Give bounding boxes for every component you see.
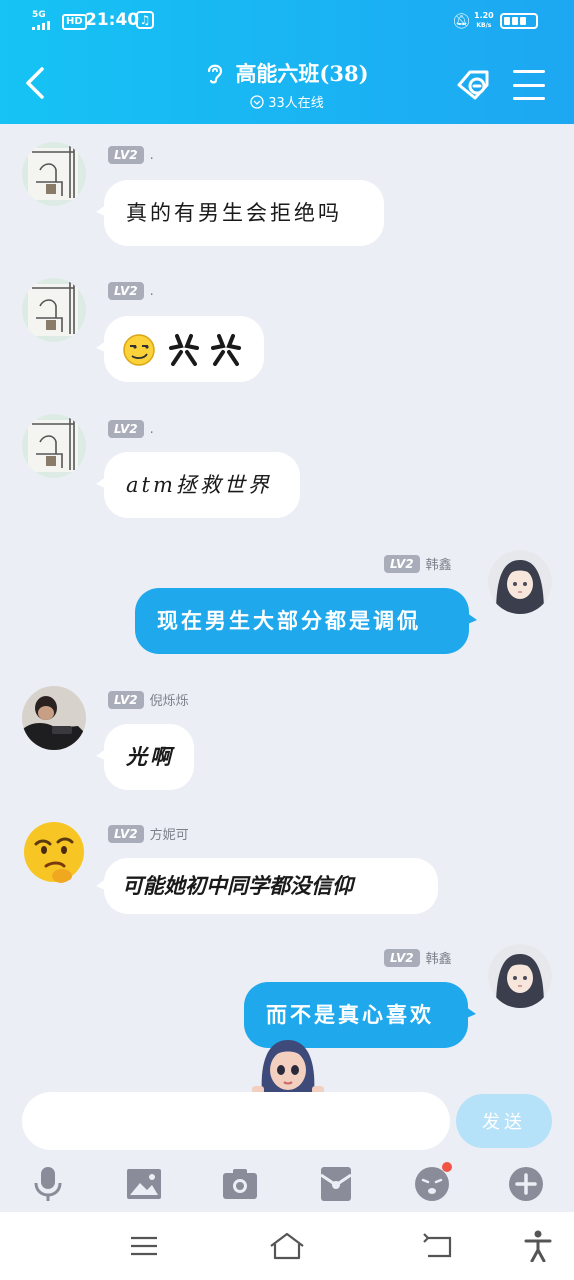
level-badge: LV2 [384, 554, 420, 573]
nav-back-button[interactable] [420, 1230, 456, 1262]
camera-icon [223, 1169, 257, 1199]
message-bubble[interactable]: 光啊 [96, 724, 194, 790]
notification-dot [442, 1162, 452, 1172]
battery-icon [500, 13, 538, 29]
sender-name: 韩鑫 [425, 558, 452, 573]
sender-name: . [149, 421, 154, 437]
send-button[interactable]: 发送 [456, 1094, 552, 1148]
avatar[interactable] [488, 944, 552, 1008]
level-badge: LV2 [108, 146, 144, 164]
music-icon: ♫ [136, 11, 154, 29]
message-text: 可能她初中同学都没信仰 [122, 874, 353, 898]
status-time: 21:40 [85, 10, 140, 30]
message-text: atm拯救世界 [126, 473, 272, 497]
chat-toolbar [0, 1160, 574, 1208]
message-text: 而不是真心喜欢 [266, 1002, 434, 1027]
sender-name: . [149, 283, 154, 299]
level-badge: LV2 [384, 948, 420, 967]
anger-symbol-icon [168, 334, 241, 366]
message-text: 现在男生大部分都是调侃 [157, 608, 421, 633]
online-count: 33人在线 [268, 96, 324, 111]
message-bubble[interactable]: 现在男生大部分都是调侃 [135, 588, 477, 654]
plus-icon [509, 1167, 543, 1201]
camera-button[interactable] [220, 1164, 260, 1204]
message-bubble[interactable]: atm拯救世界 [96, 452, 300, 518]
ear-icon [208, 64, 223, 84]
image-icon [127, 1169, 161, 1199]
nav-accessibility-button[interactable] [520, 1230, 556, 1263]
emoji-button[interactable] [412, 1162, 452, 1204]
sender-name: 倪烁烁 [149, 694, 189, 709]
red-packet-button[interactable] [316, 1164, 356, 1204]
level-badge: LV2 [108, 824, 144, 843]
hd-badge: HD [62, 14, 87, 30]
avatar[interactable] [488, 550, 552, 614]
message-text: 光啊 [126, 744, 174, 769]
status-bar: 5G HD 21:40 ♫ 🔕︎ 1.20 KB/s [0, 8, 574, 36]
level-badge: LV2 [108, 282, 144, 300]
back-arrow-icon [423, 1233, 452, 1258]
sender-name: . [149, 147, 154, 163]
home-icon [270, 1232, 304, 1260]
level-badge: LV2 [108, 420, 144, 438]
message-input[interactable] [22, 1092, 450, 1150]
system-nav-bar [0, 1212, 574, 1280]
signal-type: 5G [32, 10, 46, 20]
tag-link-icon [457, 70, 489, 100]
message-bubble[interactable]: 真的有男生会拒绝吗 [96, 180, 384, 246]
chat-title: 高能六班(38) [235, 61, 369, 86]
nav-home-button[interactable] [269, 1230, 305, 1262]
chevron-down-circle-icon [250, 94, 264, 109]
signal-bars-icon [32, 21, 50, 30]
accessibility-icon [524, 1230, 552, 1263]
more-button[interactable] [506, 1164, 546, 1204]
microphone-icon [34, 1167, 62, 1201]
nav-menu-button[interactable] [126, 1230, 162, 1262]
level-badge: LV2 [108, 690, 144, 709]
red-packet-icon [320, 1167, 352, 1201]
smirk-emoji-icon [123, 334, 155, 366]
menu-lines-icon [131, 1236, 157, 1256]
avatar-sticker[interactable] [248, 1036, 328, 1094]
input-bar: 发送 [0, 1092, 574, 1156]
group-tag-button[interactable] [455, 66, 493, 104]
mute-bell-icon: 🔕︎ [452, 12, 472, 30]
message-bubble[interactable]: 可能她初中同学都没信仰 [96, 858, 438, 914]
avatar[interactable] [22, 142, 86, 206]
message-text: 真的有男生会拒绝吗 [126, 201, 342, 225]
gallery-button[interactable] [124, 1164, 164, 1204]
sender-name: 方妮可 [149, 828, 189, 843]
chat-header: 5G HD 21:40 ♫ 🔕︎ 1.20 KB/s 高能六班(38) 33人在线 [0, 0, 574, 124]
avatar[interactable] [22, 278, 86, 342]
avatar[interactable] [22, 414, 86, 478]
message-bubble[interactable] [96, 316, 264, 382]
voice-button[interactable] [28, 1164, 68, 1204]
avatar[interactable] [22, 820, 86, 884]
menu-button[interactable] [513, 70, 545, 100]
avatar[interactable] [22, 686, 86, 750]
sender-name: 韩鑫 [425, 952, 452, 967]
net-speed: 1.20 KB/s [474, 11, 494, 29]
